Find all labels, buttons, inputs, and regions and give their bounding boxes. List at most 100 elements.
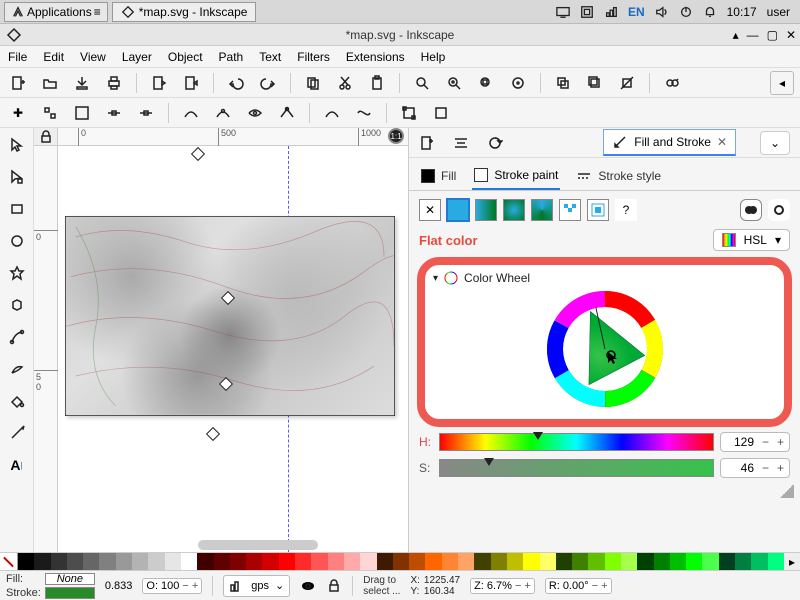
status-fill-value[interactable]: None	[45, 573, 95, 585]
clock[interactable]: 10:17	[727, 5, 757, 19]
stroke-to-path-button[interactable]	[429, 101, 453, 125]
3dbox-tool[interactable]	[4, 292, 30, 318]
zoom-drawing-button[interactable]	[442, 71, 466, 95]
window-close-button[interactable]: ✕	[786, 28, 796, 42]
ruler-lock-icon[interactable]	[34, 128, 58, 146]
star-tool[interactable]	[4, 260, 30, 286]
snap-option-2[interactable]	[70, 101, 94, 125]
palette-none-swatch[interactable]	[0, 553, 18, 570]
paint-linear-button[interactable]	[475, 199, 497, 221]
paintbucket-tool[interactable]	[4, 388, 30, 414]
ruler-horizontal[interactable]: 0 500 1000 1:1	[58, 128, 408, 146]
selector-tool[interactable]	[4, 132, 30, 158]
menu-path[interactable]: Path	[219, 50, 244, 64]
color-model-dropdown[interactable]: HSL ▾	[713, 229, 790, 251]
menu-layer[interactable]: Layer	[122, 50, 152, 64]
undo-button[interactable]	[224, 71, 248, 95]
dock-tab-fill-stroke[interactable]: Fill and Stroke ✕	[603, 129, 736, 156]
status-fill-stroke[interactable]: Fill: None Stroke:	[6, 572, 95, 599]
decrement-icon[interactable]: −	[762, 461, 769, 475]
ellipse-tool[interactable]	[4, 228, 30, 254]
clone-button[interactable]	[583, 71, 607, 95]
pencil-tool[interactable]	[4, 420, 30, 446]
paint-flat-button[interactable]	[447, 199, 469, 221]
increment-icon[interactable]: +	[601, 580, 607, 592]
ruler-vertical[interactable]: 0 5 0	[34, 146, 58, 552]
group-button[interactable]	[660, 71, 684, 95]
node-smooth-button[interactable]	[211, 101, 235, 125]
menu-object[interactable]: Object	[168, 50, 203, 64]
user-label[interactable]: user	[767, 5, 790, 19]
display-units-button[interactable]: 1:1	[388, 128, 404, 144]
increment-icon[interactable]: +	[524, 580, 530, 592]
keyboard-layout-indicator[interactable]: EN	[628, 5, 645, 19]
hole-toggle-button[interactable]	[740, 199, 762, 221]
notifications-icon[interactable]	[703, 5, 717, 19]
taskbar-app-button[interactable]: *map.svg - Inkscape	[112, 2, 257, 22]
hue-slider[interactable]	[439, 433, 714, 451]
tab-stroke-style[interactable]: Stroke style	[574, 164, 663, 190]
window-rollup-button[interactable]: ▴	[733, 28, 739, 42]
segment-line-button[interactable]	[320, 101, 344, 125]
zoom-page-button[interactable]	[474, 71, 498, 95]
unlink-clone-button[interactable]	[615, 71, 639, 95]
save-button[interactable]	[70, 71, 94, 95]
tray-app-icon[interactable]	[580, 5, 594, 19]
menu-text[interactable]: Text	[259, 50, 281, 64]
canvas-area[interactable]: 0 500 1000 1:1 0 5 0	[34, 128, 408, 552]
paint-swatch-button[interactable]	[587, 199, 609, 221]
tray-network-icon[interactable]	[604, 5, 618, 19]
dock-transform-icon[interactable]	[487, 135, 503, 151]
paint-none-button[interactable]: ✕	[419, 199, 441, 221]
node-auto-button[interactable]	[275, 101, 299, 125]
volume-icon[interactable]	[655, 5, 669, 19]
decrement-icon[interactable]: −	[762, 435, 769, 449]
paste-button[interactable]	[365, 71, 389, 95]
color-wheel-header[interactable]: ▾ Color Wheel	[433, 271, 776, 285]
palette-menu-button[interactable]: ▸	[784, 553, 800, 570]
canvas-horizontal-scrollbar[interactable]	[198, 540, 318, 550]
segment-curve-button[interactable]	[352, 101, 376, 125]
rotation-spinbox[interactable]: R: 0.00° −+	[545, 578, 612, 594]
cut-button[interactable]	[333, 71, 357, 95]
print-button[interactable]	[102, 71, 126, 95]
layer-visibility-toggle-icon[interactable]	[300, 578, 316, 594]
window-titlebar[interactable]: *map.svg - Inkscape ▴ — ▢ ✕	[0, 24, 800, 46]
layer-visibility-icon[interactable]	[229, 578, 245, 594]
hue-thumb[interactable]	[533, 432, 543, 440]
decrement-icon[interactable]: −	[515, 580, 521, 592]
toolbar-collapse-button[interactable]: ◂	[770, 71, 794, 95]
decrement-icon[interactable]: −	[592, 580, 598, 592]
zoom-selection-button[interactable]	[410, 71, 434, 95]
status-stroke-value[interactable]	[45, 587, 95, 599]
dock-align-icon[interactable]	[453, 135, 469, 151]
increment-icon[interactable]: +	[777, 461, 784, 475]
increment-icon[interactable]: +	[192, 580, 198, 592]
decrement-icon[interactable]: −	[182, 580, 188, 592]
node-tool[interactable]	[4, 164, 30, 190]
paint-pattern-button[interactable]	[559, 199, 581, 221]
layer-selector[interactable]: gps ⌄	[223, 575, 290, 597]
menu-extensions[interactable]: Extensions	[346, 50, 405, 64]
paint-unknown-button[interactable]: ?	[615, 199, 637, 221]
hue-spinbox[interactable]: 129 − +	[720, 432, 790, 452]
status-stroke-width[interactable]: 0.833	[105, 580, 133, 592]
close-panel-icon[interactable]: ✕	[717, 135, 727, 149]
panel-resize-grip[interactable]	[780, 484, 794, 498]
object-to-path-button[interactable]	[397, 101, 421, 125]
menu-edit[interactable]: Edit	[43, 50, 64, 64]
node-cusp-button[interactable]	[179, 101, 203, 125]
import-button[interactable]	[147, 71, 171, 95]
copy-button[interactable]	[301, 71, 325, 95]
snap-plus-icon[interactable]: ✚	[6, 101, 30, 125]
export-button[interactable]	[179, 71, 203, 95]
pen-tool[interactable]	[4, 324, 30, 350]
node-symmetric-button[interactable]	[243, 101, 267, 125]
layer-lock-icon[interactable]	[326, 578, 342, 594]
sat-thumb[interactable]	[484, 458, 494, 466]
tab-fill[interactable]: Fill	[419, 164, 458, 190]
sat-slider[interactable]	[439, 459, 714, 477]
dock-expand-button[interactable]: ⌄	[760, 131, 790, 155]
new-document-button[interactable]	[6, 71, 30, 95]
zoom-center-button[interactable]	[506, 71, 530, 95]
